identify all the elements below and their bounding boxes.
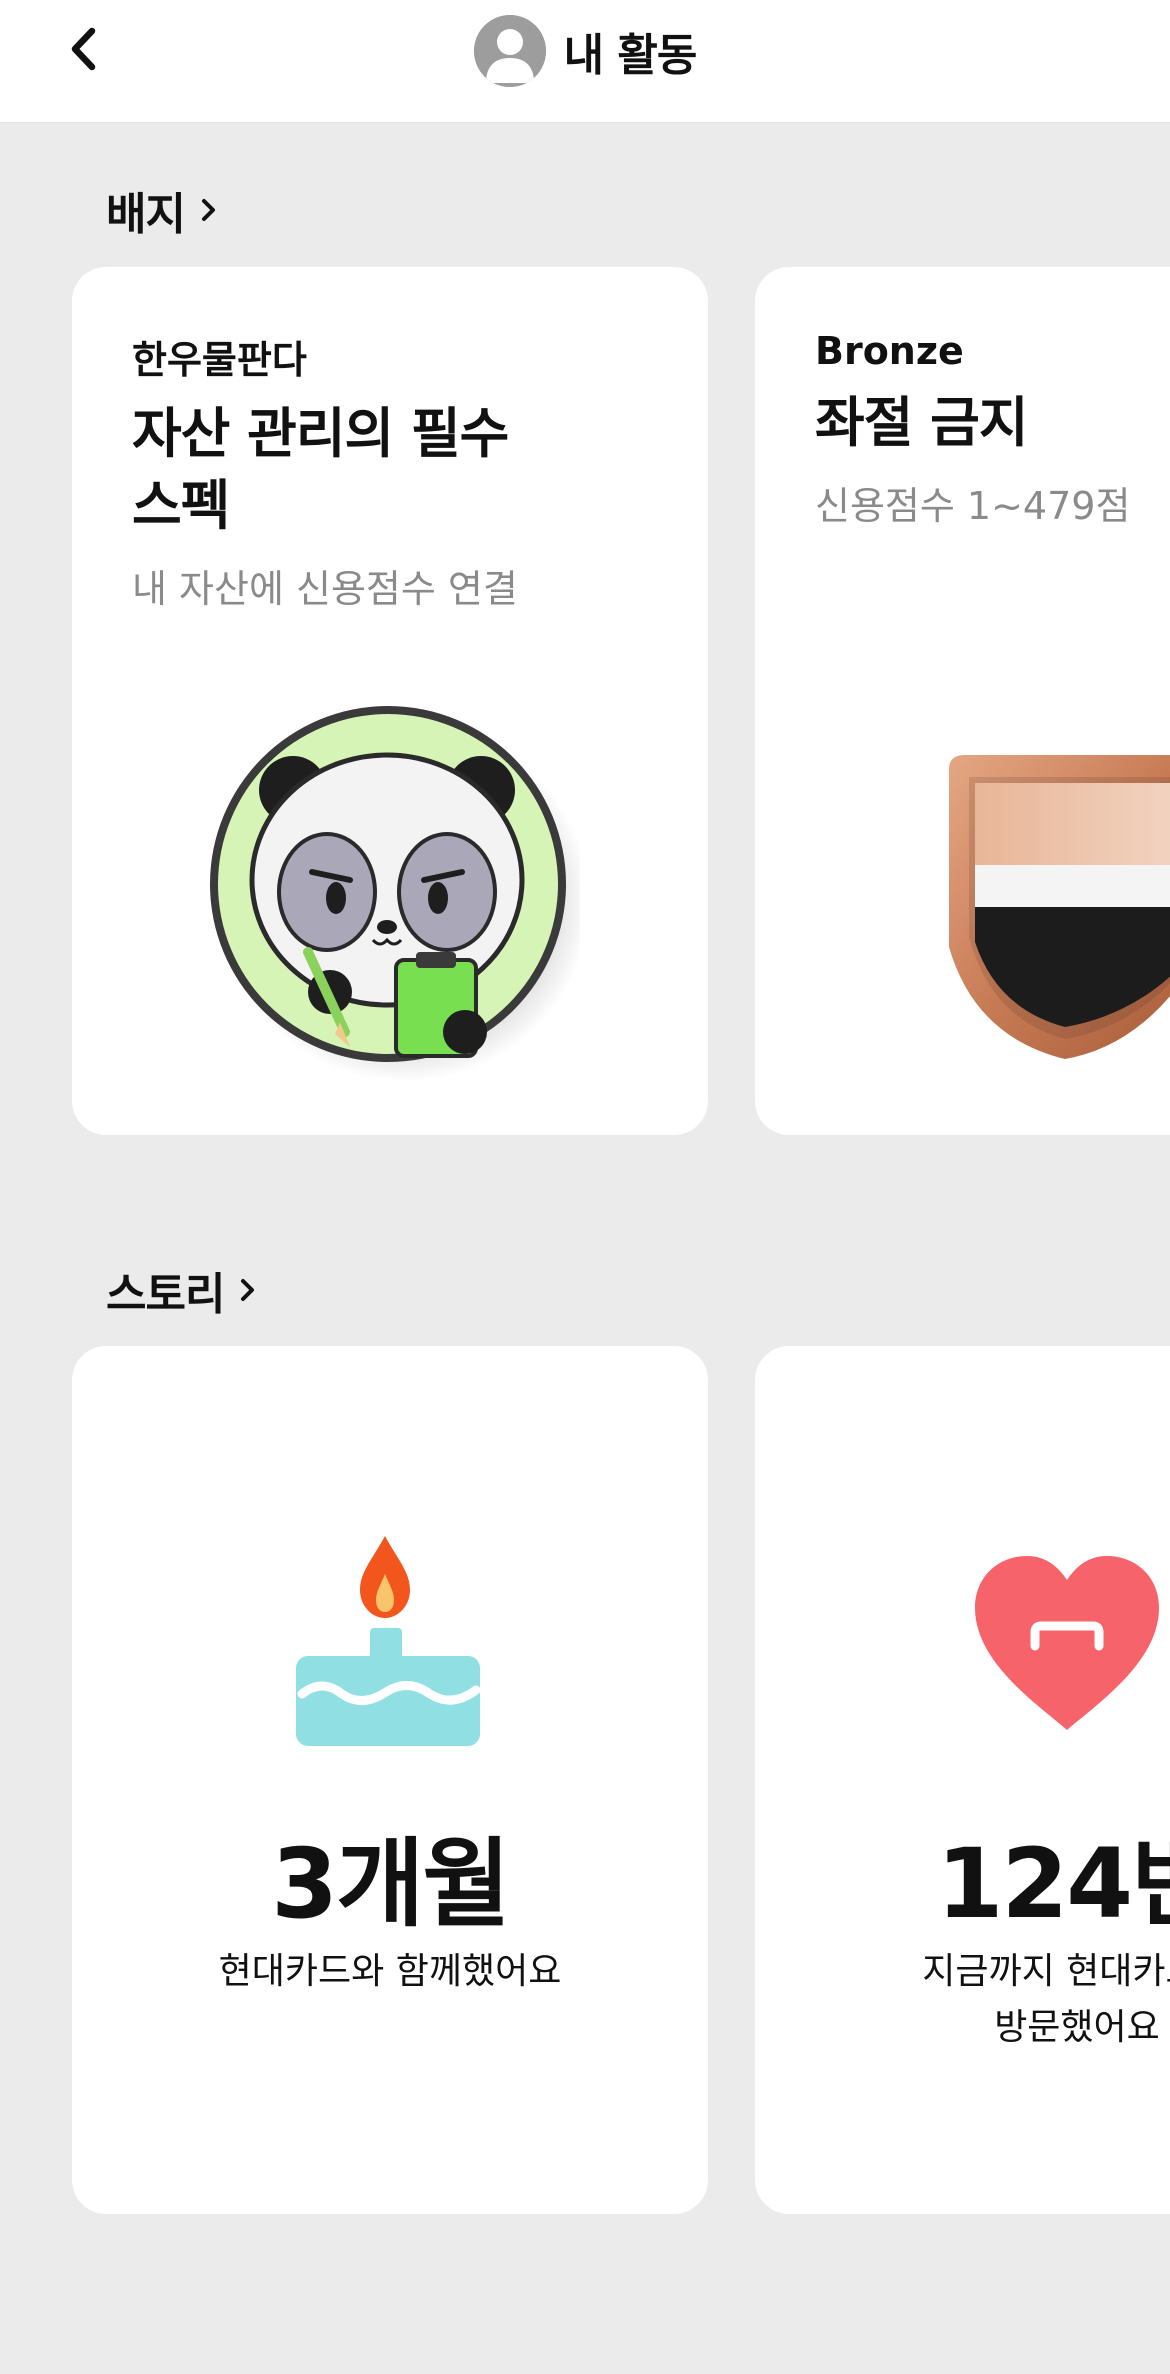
- panda-badge-image: [210, 706, 580, 1082]
- badge-description: 신용점수 1~479점: [815, 484, 1131, 528]
- badge-card[interactable]: 한우물판다 자산 관리의 필수 스펙 내 자산에 신용점수 연결: [72, 267, 708, 1135]
- badge-name: 자산 관리의 필수 스펙: [132, 398, 652, 542]
- story-card[interactable]: 124번 지금까지 현대카드에 방문했어요: [755, 1346, 1170, 2214]
- badge-name-line: 자산 관리의 필수: [132, 402, 509, 465]
- story-description: 현대카드와 함께했어요: [218, 1951, 562, 1992]
- badge-name-line: 스펙: [132, 474, 230, 537]
- story-value: 124번: [936, 1828, 1170, 1940]
- bronze-shield-badge-image: [949, 755, 1170, 1059]
- badge-name: 좌절 금지: [815, 391, 1029, 454]
- story-card-clip: 124번 지금까지 현대카드에 방문했어요: [755, 1346, 1170, 2214]
- badge-card[interactable]: Bronze 좌절 금지 신용점수 1~479점: [755, 267, 1170, 1135]
- chevron-right-icon: [241, 1279, 255, 1301]
- story-description: 지금까지 현대카드에 방문했어요: [922, 1951, 1170, 2048]
- heart-icon: [975, 1556, 1159, 1730]
- badge-category: Bronze: [815, 329, 964, 373]
- badge-description: 내 자산에 신용점수 연결: [132, 567, 518, 611]
- stories-section-title: 스토리: [106, 1269, 225, 1320]
- page-title: 내 활동: [563, 30, 698, 81]
- header-title-group: 내 활동: [0, 14, 1170, 88]
- birthday-cake-icon: [296, 1536, 481, 1746]
- top-bar: 내 활동: [0, 0, 1170, 123]
- badges-section-title: 배지: [106, 189, 186, 240]
- stories-section-link[interactable]: 스토리: [106, 1258, 258, 1322]
- story-card[interactable]: 3개월 현대카드와 함께했어요: [72, 1346, 708, 2214]
- badge-category: 한우물판다: [132, 338, 307, 382]
- badges-section-link[interactable]: 배지: [106, 178, 219, 242]
- badge-card-clip: Bronze 좌절 금지 신용점수 1~479점: [755, 267, 1170, 1135]
- story-value: 3개월: [271, 1828, 510, 1940]
- user-avatar-icon[interactable]: [473, 15, 546, 87]
- chevron-right-icon: [201, 199, 215, 221]
